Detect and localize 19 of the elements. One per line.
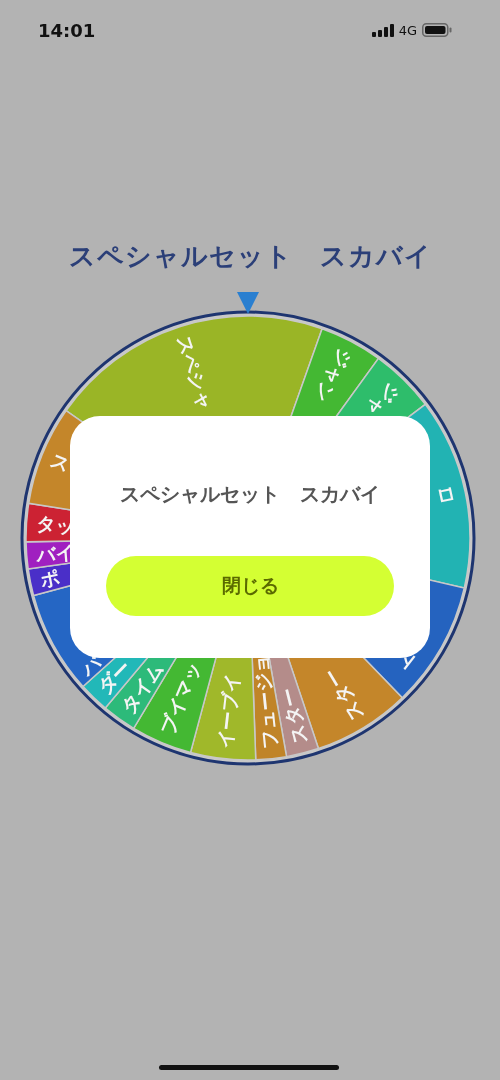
network-label: 4G xyxy=(398,22,417,38)
segment-label: ス xyxy=(47,448,74,476)
segment-label: スペシャ xyxy=(172,332,217,412)
segment-label: フュージョ xyxy=(249,653,282,750)
result-title: スペシャルセット スカバイ xyxy=(67,240,433,273)
segment-label: ト xyxy=(393,648,422,678)
segment-label: ポ xyxy=(38,565,62,592)
dialog-message: スペシャルセット スカバイ xyxy=(120,481,380,508)
pointer-icon xyxy=(237,292,259,314)
segment-label: イーブイ xyxy=(213,671,244,750)
signal-icon xyxy=(371,23,394,37)
status-time: 14:01 xyxy=(38,19,96,41)
segment-label: スター xyxy=(319,664,368,725)
segment-label: ジャ xyxy=(362,379,405,422)
close-button[interactable]: 閉じる xyxy=(106,556,394,616)
segment-label: ロ xyxy=(434,483,458,509)
segment-label: ジャン xyxy=(310,345,357,406)
segment-label: バイ xyxy=(35,540,76,566)
battery-icon xyxy=(422,23,452,37)
